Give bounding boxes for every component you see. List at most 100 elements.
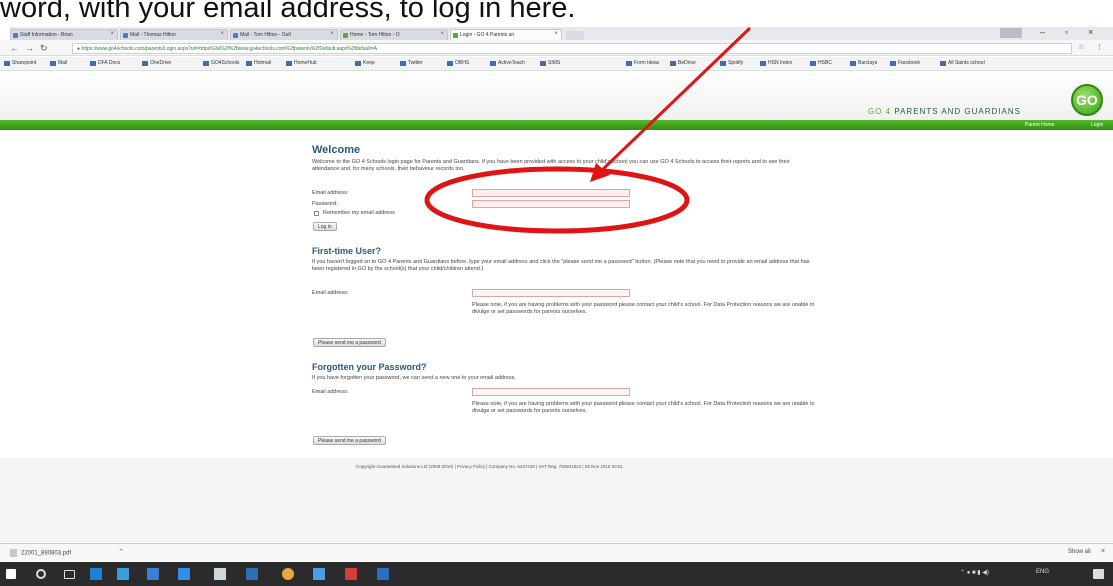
close-tab-icon[interactable]: × — [330, 31, 334, 37]
browser-tab[interactable]: Mail - Tom Hilton - Outl × — [230, 29, 338, 40]
task-view-icon[interactable] — [64, 570, 75, 579]
site-nav-bar: Parent Home Login — [0, 120, 1113, 130]
browser-tab-active[interactable]: Login - GO 4 Parents an × — [450, 29, 562, 40]
profile-icon[interactable] — [1000, 28, 1022, 38]
bookmark-label: HSBC — [818, 60, 832, 66]
address-bar: ← → ↻ ● https://www.go4schools.com/paren… — [0, 40, 1113, 56]
chevron-up-icon[interactable]: ⌃ — [118, 548, 124, 556]
search-icon[interactable] — [36, 569, 46, 579]
favicon-icon — [453, 33, 458, 38]
bookmark-icon — [203, 61, 209, 66]
password-input[interactable] — [472, 200, 630, 208]
store-icon[interactable] — [117, 568, 129, 580]
bookmark-item[interactable]: Twitter — [400, 60, 423, 66]
bookmark-label: SIMS — [548, 60, 561, 66]
browser-tab[interactable]: Staff Information - Brian × — [10, 29, 118, 40]
url-text: https://www.go4schools.com/parents/Login… — [81, 46, 378, 52]
ie-icon[interactable] — [178, 568, 190, 580]
bookmark-item[interactable]: All Saints school — [940, 60, 985, 66]
bookmark-item[interactable]: Form Ideas — [626, 60, 659, 66]
browser-tab[interactable]: Home - Tom Hilton - O × — [340, 29, 448, 40]
email-input[interactable] — [472, 189, 630, 197]
bookmark-item[interactable]: HSN Index — [760, 60, 792, 66]
nav-link-login[interactable]: Login — [1091, 122, 1103, 128]
refresh-icon[interactable]: ↻ — [40, 43, 48, 54]
close-downloads-icon[interactable]: × — [1101, 548, 1105, 555]
bookmark-item[interactable]: Spotify — [720, 60, 743, 66]
browser-tab[interactable]: Mail - Thomas Hilton × — [120, 29, 228, 40]
bookmark-item[interactable]: GO4Schools — [203, 60, 239, 66]
app-icon[interactable] — [345, 568, 357, 580]
bookmark-item[interactable]: BeDrive — [670, 60, 696, 66]
first-time-email-input[interactable] — [472, 289, 630, 297]
explorer-icon[interactable] — [147, 568, 159, 580]
forgotten-send-password-button[interactable]: Please send me a password — [313, 436, 386, 445]
show-all-button[interactable]: Show all — [1068, 549, 1091, 555]
brand-rest: PARENTS AND GUARDIANS — [891, 107, 1021, 116]
app-icon[interactable] — [377, 568, 389, 580]
bookmark-item[interactable]: DFA Docs — [90, 60, 120, 66]
close-tab-icon[interactable]: × — [220, 31, 224, 37]
menu-icon[interactable]: ⋮ — [1096, 43, 1103, 51]
maximize-icon[interactable]: ▫ — [1065, 27, 1068, 37]
first-time-note: Please note, if you are having problems … — [472, 302, 815, 315]
bookmark-item[interactable]: OBHS — [447, 60, 469, 66]
download-item[interactable]: 22001_890803.pdf — [10, 549, 71, 557]
remember-checkbox[interactable] — [314, 211, 319, 216]
download-filename: 22001_890803.pdf — [21, 550, 72, 557]
app-icon[interactable] — [246, 568, 258, 580]
chrome-icon[interactable] — [282, 568, 294, 580]
close-tab-icon[interactable]: × — [110, 31, 114, 37]
close-window-icon[interactable]: × — [1088, 27, 1093, 37]
bookmark-label: OneDrive — [150, 60, 172, 66]
bookmark-label: Mail — [58, 60, 68, 66]
bookmark-item[interactable]: Mail — [50, 60, 67, 66]
first-time-text: If you haven't logged on to GO 4 Parents… — [312, 259, 810, 272]
send-password-button[interactable]: Please send me a password — [313, 338, 386, 347]
bookmark-icon — [890, 61, 896, 66]
tab-label: Mail - Tom Hilton - Outl — [240, 32, 291, 38]
edge-icon[interactable] — [90, 568, 102, 580]
close-tab-icon[interactable]: × — [554, 31, 558, 37]
notification-icon[interactable] — [1093, 569, 1104, 579]
new-tab-button[interactable] — [566, 31, 584, 40]
minimize-icon[interactable]: – — [1040, 27, 1045, 37]
first-time-heading: First-time User? — [312, 246, 382, 256]
app-icon[interactable] — [214, 568, 226, 580]
nav-link-parent-home[interactable]: Parent Home — [1025, 122, 1054, 128]
system-tray-icons[interactable]: ⌃ ● ■ ▮ ◀) — [960, 569, 989, 576]
bookmark-item[interactable]: Facebook — [890, 60, 920, 66]
close-tab-icon[interactable]: × — [440, 31, 444, 37]
bookmark-label: HSN Index — [768, 60, 793, 66]
forgotten-email-input[interactable] — [472, 388, 630, 396]
app-icon[interactable] — [313, 568, 325, 580]
back-icon[interactable]: ← — [10, 43, 19, 53]
bookmark-item[interactable]: ActiveTeach — [490, 60, 525, 66]
url-input[interactable]: ● https://www.go4schools.com/parents/Log… — [72, 43, 1072, 54]
bookmark-item[interactable]: Keep — [355, 60, 375, 66]
bookmark-icon — [286, 61, 292, 66]
forward-icon[interactable]: → — [25, 43, 34, 53]
bookmark-item[interactable]: Barclays — [850, 60, 877, 66]
bookmark-item[interactable]: Sharepoint — [4, 60, 36, 66]
remember-label: Remember my email address — [323, 210, 395, 216]
bookmark-label: DFA Docs — [98, 60, 121, 66]
bookmark-icon — [626, 61, 632, 66]
bookmark-item[interactable]: Hotmail — [246, 60, 271, 66]
bookmark-item[interactable]: HSBC — [810, 60, 832, 66]
bookmark-icon — [720, 61, 726, 66]
language-indicator[interactable]: ENG — [1036, 569, 1049, 575]
copyright-text: Copyright Guaranteed Solutions Ltd (2009… — [356, 464, 623, 469]
login-button[interactable]: Log in — [313, 222, 337, 231]
bookmark-item[interactable]: SIMS — [540, 60, 560, 66]
tab-label: Login - GO 4 Parents an — [460, 32, 515, 38]
bookmark-icon — [447, 61, 453, 66]
bookmark-icon — [50, 61, 56, 66]
bookmark-item[interactable]: OneDrive — [142, 60, 171, 66]
start-icon[interactable] — [6, 569, 16, 579]
bookmark-item[interactable]: HomeHub — [286, 60, 317, 66]
star-icon[interactable]: ☆ — [1078, 43, 1084, 51]
bookmark-icon — [540, 61, 546, 66]
tab-label: Mail - Thomas Hilton — [130, 32, 176, 38]
bookmark-label: Spotify — [728, 60, 744, 66]
